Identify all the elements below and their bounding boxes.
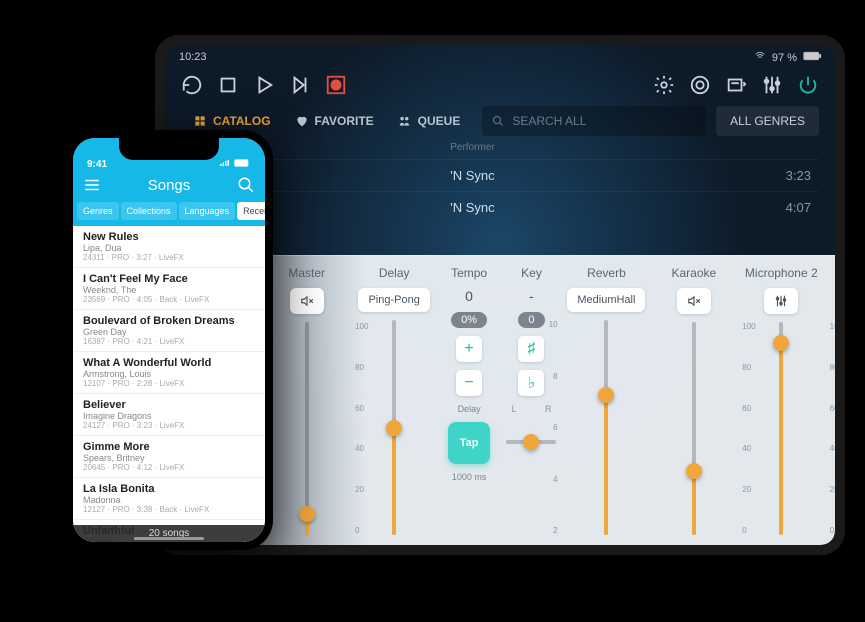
master-slider[interactable]: 100806040200 100806040200	[265, 322, 348, 535]
key-sharp-button[interactable]: ♯	[518, 336, 544, 362]
tempo-value: 0	[465, 288, 473, 304]
ptab-recently-sung[interactable]: Recently sung	[237, 202, 265, 220]
table-row[interactable]: Girlfriend 'N Sync 4:07	[181, 191, 819, 223]
tablet-status-bar: 10:23 97 %	[165, 45, 835, 70]
search-placeholder: SEARCH ALL	[512, 114, 586, 128]
karaoke-slider[interactable]: 100806040200	[652, 322, 735, 535]
list-item[interactable]: BelieverImagine Dragons24127 · PRO · 3:2…	[73, 394, 265, 436]
list-item[interactable]: New RulesLipa, Dua24311 · PRO · 3:27 · L…	[73, 226, 265, 268]
wifi-icon	[754, 51, 766, 64]
tap-button[interactable]: Tap	[448, 422, 490, 464]
tempo-minus-button[interactable]: −	[456, 370, 482, 396]
delay-label: Delay	[458, 404, 481, 414]
search-icon	[492, 115, 504, 127]
phone-song-list[interactable]: New RulesLipa, Dua24311 · PRO · 3:27 · L…	[73, 226, 265, 542]
list-item[interactable]: Gimme MoreSpears, Britney20645 · PRO · 4…	[73, 436, 265, 478]
play-icon[interactable]	[253, 74, 275, 96]
col-tempo-title: Tempo	[451, 266, 487, 280]
ptab-languages[interactable]: Languages	[179, 202, 236, 220]
col-delay-title: Delay	[379, 266, 410, 280]
reverb-preset-button[interactable]: MediumHall	[567, 288, 645, 312]
tab-queue[interactable]: QUEUE	[386, 106, 473, 136]
menu-icon[interactable]	[83, 176, 101, 194]
power-icon[interactable]	[797, 74, 819, 96]
col-microphone-2: Microphone 2 100806040200	[740, 266, 823, 535]
equalizer-icon[interactable]	[761, 74, 783, 96]
status-time: 10:23	[179, 51, 207, 64]
key-flat-button[interactable]: ♭	[518, 370, 544, 396]
phone-device: 9:41 Songs Genres Collections Languages …	[65, 130, 273, 550]
search-input[interactable]: SEARCH ALL	[482, 106, 706, 136]
genre-filter[interactable]: ALL GENRES	[716, 106, 819, 136]
reverb-slider[interactable]: 108642	[565, 320, 648, 535]
col-mic2-title: Microphone 2	[745, 266, 818, 280]
cast-icon[interactable]	[689, 74, 711, 96]
col-reverb-title: Reverb	[587, 266, 626, 280]
col-delay: Delay Ping-Pong	[352, 266, 435, 535]
table-row[interactable]: Bye Bye Bye 'N Sync 3:23	[181, 159, 819, 191]
prompter-icon[interactable]	[725, 74, 747, 96]
mute-icon	[687, 294, 701, 308]
delay-slider[interactable]	[352, 320, 435, 535]
list-item[interactable]: What A Wonderful WorldArmstrong, Louis12…	[73, 352, 265, 394]
col-karaoke-title: Karaoke	[671, 266, 716, 280]
reload-icon[interactable]	[181, 74, 203, 96]
tempo-plus-button[interactable]: +	[456, 336, 482, 362]
delay-type-button[interactable]: Ping-Pong	[358, 288, 429, 312]
list-item[interactable]: Boulevard of Broken DreamsGreen Day16387…	[73, 310, 265, 352]
next-icon[interactable]	[289, 74, 311, 96]
mute-icon	[300, 294, 314, 308]
phone-notch	[119, 138, 219, 160]
list-item[interactable]: La Isla BonitaMadonna12127 · PRO · 3:38 …	[73, 478, 265, 520]
key-reset-button[interactable]: 0	[518, 312, 544, 328]
col-reverb: Reverb MediumHall 108642	[565, 266, 648, 535]
karaoke-mute-button[interactable]	[677, 288, 711, 314]
phone-filter-tabs: Genres Collections Languages Recently su…	[73, 202, 265, 226]
record-icon[interactable]	[325, 74, 347, 96]
phone-header: Songs	[73, 172, 265, 202]
search-icon[interactable]	[237, 176, 255, 194]
list-item[interactable]: I Can't Feel My FaceWeeknd, The23569 · P…	[73, 268, 265, 310]
tab-catalog-label: CATALOG	[213, 114, 271, 128]
stop-icon[interactable]	[217, 74, 239, 96]
ptab-collections[interactable]: Collections	[121, 202, 177, 220]
mic2-slider[interactable]: 100806040200	[740, 322, 823, 535]
battery-icon	[803, 51, 821, 64]
tempo-percent-button[interactable]: 0%	[451, 312, 487, 328]
gear-icon[interactable]	[653, 74, 675, 96]
col-karaoke: Karaoke 100806040200	[652, 266, 735, 535]
col-master-title: Master	[288, 266, 325, 280]
mic2-settings-button[interactable]	[764, 288, 798, 314]
master-mute-button[interactable]	[290, 288, 324, 314]
col-master: Master 100806040200 100806040200	[265, 266, 348, 535]
sliders-icon	[774, 294, 788, 308]
key-value: -	[529, 288, 534, 304]
tap-ms: 1000 ms	[452, 472, 487, 482]
tab-queue-label: QUEUE	[418, 114, 461, 128]
phone-signal-icons	[220, 159, 251, 170]
phone-title: Songs	[148, 177, 191, 194]
playback-toolbar	[165, 70, 835, 106]
tab-favorite[interactable]: FAVORITE	[283, 106, 386, 136]
table-header: Title Performer	[181, 136, 819, 159]
col-tempo: Tempo 0 0% + − Delay Tap 1000 ms	[440, 266, 498, 535]
library-tabs: CATALOG FAVORITE QUEUE SEARCH ALL ALL GE…	[165, 106, 835, 136]
col-key-title: Key	[521, 266, 542, 280]
battery-percent: 97 %	[772, 52, 797, 64]
phone-time: 9:41	[87, 159, 107, 170]
home-indicator	[134, 537, 204, 540]
tab-favorite-label: FAVORITE	[315, 114, 374, 128]
col-performer: Performer	[450, 142, 711, 153]
ptab-genres[interactable]: Genres	[77, 202, 119, 220]
